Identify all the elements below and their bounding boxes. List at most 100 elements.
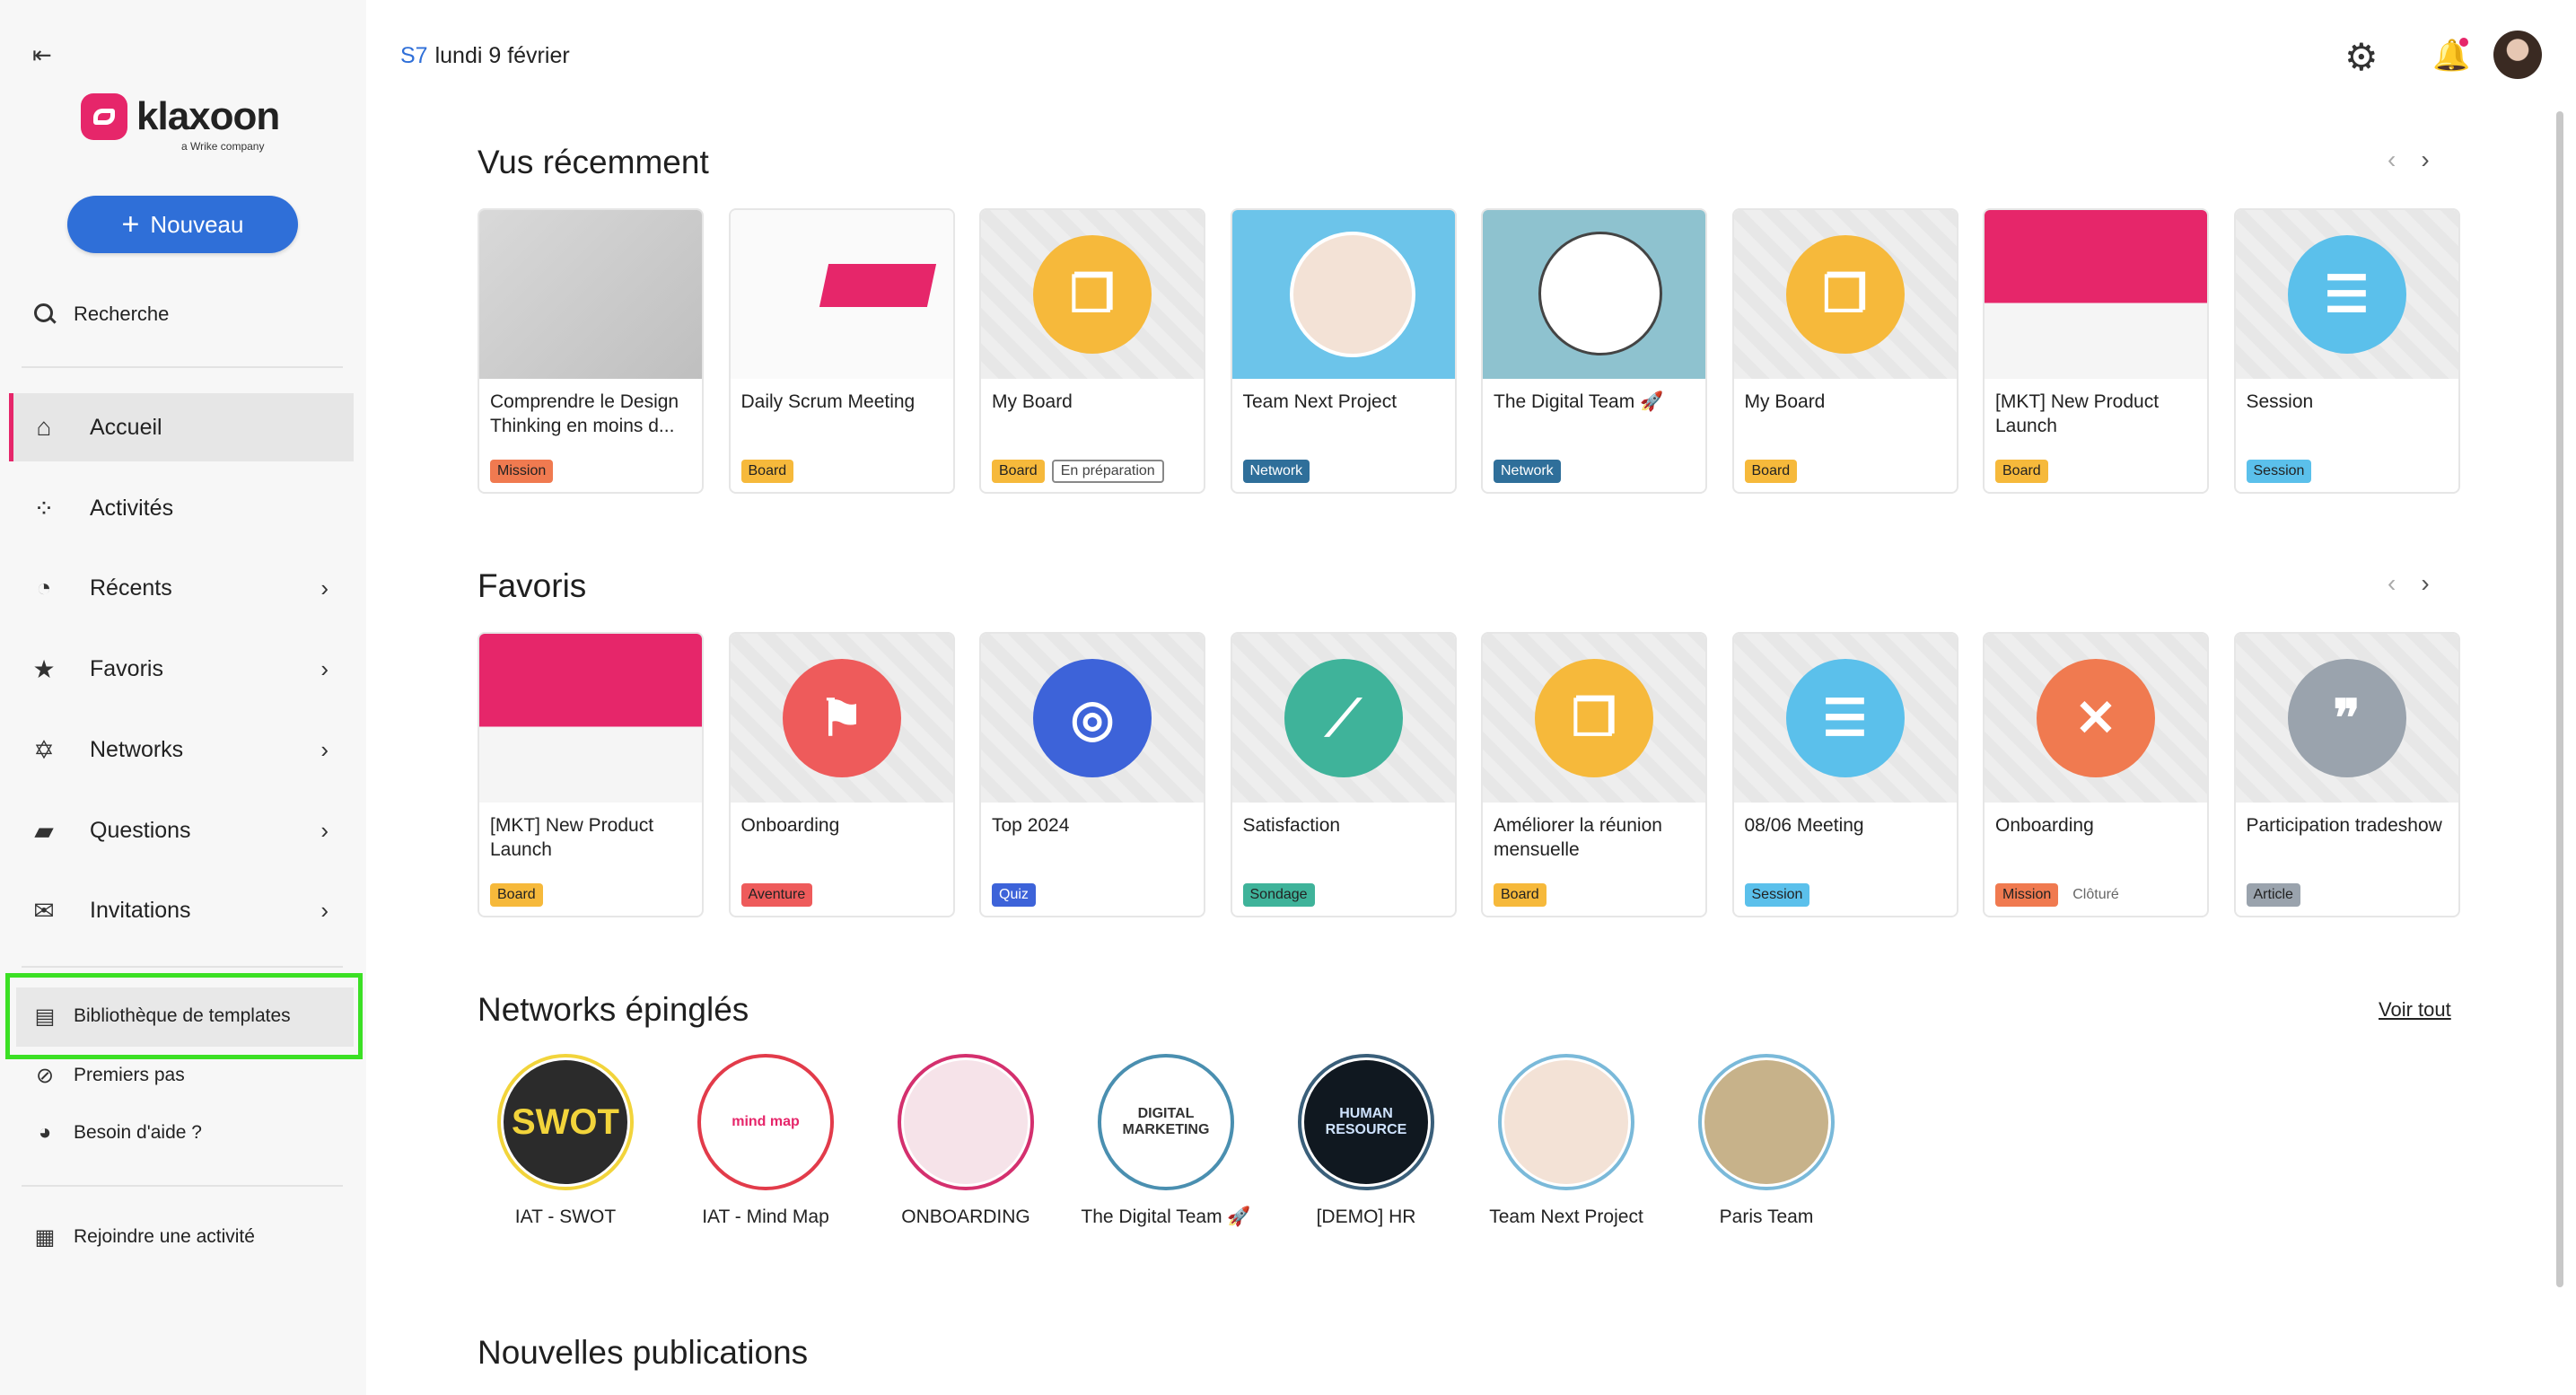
favorite-card[interactable]: ⟋ Satisfaction Sondage — [1230, 632, 1457, 917]
card-badges: Aventure — [740, 883, 813, 907]
nav-item-invitations[interactable]: ✉ Invitations › — [9, 876, 354, 944]
favorite-card[interactable]: ❐ Améliorer la réunion mensuelle Board — [1481, 632, 1707, 917]
type-badge: Article — [2246, 883, 2300, 907]
favorite-card[interactable]: ✕ Onboarding Mission Clôturé — [1983, 632, 2209, 917]
type-badge: Board — [1995, 460, 2048, 483]
recent-card[interactable]: ❐ My Board Board — [1731, 208, 1958, 494]
see-all-link[interactable]: Voir tout — [2379, 998, 2451, 1022]
chevron-right-icon[interactable]: › — [2421, 569, 2429, 598]
favorite-card[interactable]: [MKT] New Product Launch Board — [478, 632, 704, 917]
section-title-recent: Vus récemment — [478, 144, 709, 180]
card-title: Onboarding — [1995, 815, 2094, 836]
nav-item-favoris[interactable]: ★ Favoris › — [9, 635, 354, 703]
recent-card[interactable]: Team Next Project Network — [1230, 208, 1457, 494]
scrollbar[interactable] — [2556, 111, 2563, 1287]
card-thumbnail: ⚑ — [730, 634, 953, 803]
card-title: The Digital Team 🚀 — [1494, 391, 1664, 412]
card-thumbnail: ☰ — [1733, 634, 1957, 803]
card-thumbnail: ◎ — [981, 634, 1204, 803]
card-thumbnail: ✕ — [1985, 634, 2207, 803]
network-avatar: SWOT — [497, 1054, 634, 1190]
star-icon: ★ — [32, 654, 56, 683]
nav-label: Networks — [90, 736, 184, 762]
network-name: Team Next Project — [1489, 1206, 1643, 1227]
favorite-card[interactable]: ☰ 08/06 Meeting Session — [1731, 632, 1958, 917]
card-badges: Board — [490, 883, 543, 907]
network-logo — [904, 1060, 1028, 1184]
network-item[interactable]: mind map IAT - Mind Map — [667, 1054, 864, 1229]
card-title: Améliorer la réunion mensuelle — [1494, 815, 1662, 860]
recent-card[interactable]: The Digital Team 🚀 Network — [1481, 208, 1707, 494]
sidebar: ⇤ klaxoon a Wrike company + Nouveau Rech… — [0, 0, 366, 1395]
nav-label: Invitations — [90, 897, 191, 923]
chevron-right-icon: › — [320, 816, 329, 844]
card-badges: Board — [740, 460, 794, 483]
network-item[interactable]: ONBOARDING — [867, 1054, 1065, 1229]
clock-icon: ◔ — [36, 574, 52, 601]
recent-card[interactable]: ❐ My Board Board En préparation — [979, 208, 1205, 494]
network-item[interactable]: SWOT IAT - SWOT — [467, 1054, 664, 1229]
network-item[interactable]: HUMAN RESOURCE [DEMO] HR — [1267, 1054, 1465, 1229]
type-badge: Session — [2246, 460, 2312, 483]
join-activity-link[interactable]: ▦ Rejoindre une activité — [32, 1224, 255, 1250]
favorite-card[interactable]: ◎ Top 2024 Quiz — [979, 632, 1205, 917]
first-steps-link[interactable]: ⊘ Premiers pas — [32, 1063, 185, 1088]
card-thumbnail — [1483, 210, 1705, 379]
card-badges: Board — [1744, 460, 1798, 483]
team-image — [1231, 210, 1455, 379]
search-link[interactable]: Recherche — [32, 302, 169, 327]
nav-item-recents[interactable]: ◔ Récents › — [9, 554, 354, 622]
card-badges: Article — [2246, 883, 2300, 907]
network-logo: HUMAN RESOURCE — [1304, 1060, 1428, 1184]
daily-scrum-image — [730, 210, 953, 379]
compass-icon: ⊘ — [35, 1063, 55, 1088]
week-number: S7 — [400, 43, 428, 68]
chevron-left-icon[interactable]: ‹ — [2388, 569, 2396, 598]
network-logo — [1704, 1060, 1828, 1184]
card-badges: Session — [2246, 460, 2312, 483]
type-badge: Network — [1494, 460, 1561, 483]
notification-dot — [2459, 38, 2468, 47]
help-link[interactable]: ◕ Besoin d'aide ? — [32, 1120, 202, 1145]
board-icon: ❐ — [1033, 235, 1152, 354]
section-title-publications: Nouvelles publications — [478, 1334, 809, 1371]
creativity-image — [479, 210, 702, 379]
qr-code-icon: ▦ — [34, 1224, 56, 1250]
gear-icon[interactable]: ⚙ — [2344, 38, 2384, 77]
new-button[interactable]: + Nouveau — [67, 196, 298, 253]
recent-card[interactable]: Daily Scrum Meeting Board — [728, 208, 955, 494]
product-launch-image — [1985, 210, 2207, 379]
quote-icon: ❞ — [2287, 659, 2406, 777]
recent-card[interactable]: Comprendre le Design Thinking en moins d… — [478, 208, 704, 494]
type-badge: Sondage — [1242, 883, 1315, 907]
chevron-left-icon[interactable]: ‹ — [2388, 145, 2396, 174]
nav-item-activites[interactable]: ⁘ Activités — [9, 474, 354, 542]
card-title: Team Next Project — [1242, 391, 1398, 412]
favorite-card[interactable]: ❞ Participation tradeshow Article — [2233, 632, 2460, 917]
chevron-right-icon: › — [320, 574, 329, 601]
plus-icon: + — [121, 207, 140, 241]
type-badge: Board — [992, 460, 1045, 483]
nav-item-questions[interactable]: ▰ Questions › — [9, 796, 354, 864]
nav-label: Récents — [90, 575, 172, 601]
collapse-sidebar-icon[interactable]: ⇤ — [32, 41, 59, 68]
network-item[interactable]: Paris Team — [1668, 1054, 1865, 1229]
recent-card[interactable]: [MKT] New Product Launch Board — [1983, 208, 2209, 494]
avatar[interactable] — [2493, 31, 2542, 79]
card-badges: Board — [1494, 883, 1546, 907]
nav-item-networks[interactable]: ✡ Networks › — [9, 715, 354, 784]
network-avatar — [1498, 1054, 1634, 1190]
klaxoon-logo[interactable]: klaxoon — [81, 93, 280, 140]
network-item[interactable]: Team Next Project — [1468, 1054, 1665, 1229]
divider — [22, 966, 343, 968]
nav-item-accueil[interactable]: ⌂ Accueil — [9, 393, 354, 461]
logo-text: klaxoon — [136, 94, 280, 138]
search-icon — [32, 302, 57, 327]
favorite-card[interactable]: ⚑ Onboarding Aventure — [728, 632, 955, 917]
chevron-right-icon[interactable]: › — [2421, 145, 2429, 174]
recent-card[interactable]: ☰ Session Session — [2233, 208, 2460, 494]
card-badges: Quiz — [992, 883, 1036, 907]
network-item[interactable]: DIGITAL MARKETING The Digital Team 🚀 — [1067, 1054, 1265, 1229]
card-title: Satisfaction — [1242, 815, 1341, 836]
nav-label: Accueil — [90, 414, 162, 440]
